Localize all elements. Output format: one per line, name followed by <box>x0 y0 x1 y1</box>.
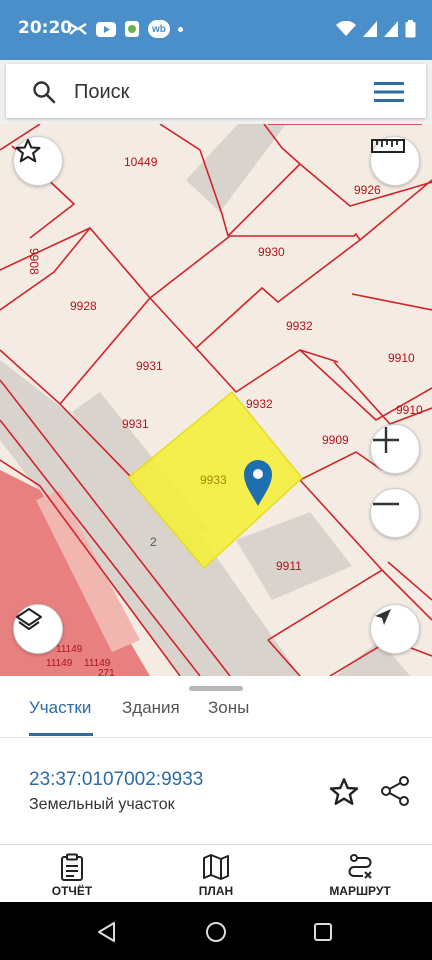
app-icon <box>125 21 139 37</box>
measure-button[interactable] <box>370 136 420 186</box>
search-input[interactable]: Поиск <box>74 81 129 104</box>
screen: 20:20 wb Поиск 10449 9926 9908 9930 9928… <box>0 0 432 960</box>
map-view[interactable]: 10449 9926 9908 9930 9928 9932 9910 9931… <box>0 124 432 676</box>
more-notifications-dot <box>177 26 183 32</box>
map-icon <box>203 854 229 880</box>
clock: 20:20 <box>18 18 73 38</box>
cadastral-number[interactable]: 23:37:0107002:9933 <box>29 769 203 791</box>
menu-icon[interactable] <box>374 81 404 103</box>
layers-icon <box>16 608 42 630</box>
signal-icon <box>363 21 377 37</box>
report-button[interactable]: ОТЧЁТ <box>0 845 144 903</box>
parcel-label: 10449 <box>124 155 158 169</box>
back-icon[interactable] <box>96 921 118 943</box>
parcel-label: 11149 <box>56 644 83 655</box>
drag-handle[interactable] <box>189 686 243 691</box>
tab-zones[interactable]: Зоны <box>208 698 249 718</box>
building <box>236 512 352 600</box>
clipboard-icon <box>61 853 83 881</box>
parcel-label: 9932 <box>286 319 313 333</box>
plan-button[interactable]: ПЛАН <box>144 845 288 903</box>
parcel-label: 9926 <box>354 183 381 197</box>
my-location-button[interactable] <box>370 604 420 654</box>
report-label: ОТЧЁТ <box>51 884 93 898</box>
wb-icon: wb <box>148 20 170 38</box>
parcel-label: 2 <box>150 535 157 549</box>
parcel-label: 9910 <box>388 351 415 365</box>
parcel-label: 9932 <box>246 397 273 411</box>
parcel-label: 9930 <box>258 245 285 259</box>
active-tab-indicator <box>29 733 93 736</box>
parcel-card[interactable]: 23:37:0107002:9933 Земельный участок <box>0 738 432 844</box>
route-button[interactable]: МАРШРУТ <box>288 845 432 903</box>
wifi-icon <box>336 21 356 36</box>
parcel-label: 9910 <box>396 403 423 417</box>
search-area: Поиск <box>0 60 432 124</box>
plus-icon <box>373 427 399 453</box>
parcel-label: 271 <box>98 668 115 676</box>
search-bar[interactable]: Поиск <box>6 64 426 118</box>
notification-icons: wb <box>68 18 183 40</box>
layers-button[interactable] <box>13 604 63 654</box>
minus-icon <box>373 502 399 506</box>
category-tabs: Участки Здания Зоны <box>0 676 432 738</box>
zoom-in-button[interactable] <box>370 424 420 474</box>
cadastral-map[interactable]: 10449 9926 9908 9930 9928 9932 9910 9931… <box>0 124 432 676</box>
parcel-label: 11149 <box>46 658 73 669</box>
bottom-actions: ОТЧЁТ ПЛАН МАРШРУТ <box>0 844 432 902</box>
building <box>186 124 286 212</box>
inbox-icon <box>69 22 87 35</box>
parcel-type: Земельный участок <box>29 796 175 813</box>
parcel-label-selected: 9933 <box>200 473 227 487</box>
route-label: МАРШРУТ <box>329 884 391 898</box>
search-icon[interactable] <box>32 80 56 104</box>
battery-icon <box>405 20 416 38</box>
favorite-star-icon[interactable] <box>328 776 360 808</box>
route-icon <box>348 854 372 879</box>
tab-parcels[interactable]: Участки <box>29 698 91 718</box>
zoom-out-button[interactable] <box>370 488 420 538</box>
recent-apps-icon[interactable] <box>313 922 333 942</box>
parcel-label: 9911 <box>276 559 302 573</box>
system-navigation-bar <box>0 902 432 960</box>
system-icons <box>336 18 416 40</box>
parcel-label: 9908 <box>27 248 41 275</box>
favorites-button[interactable] <box>13 136 63 186</box>
star-icon <box>15 138 41 163</box>
status-bar: 20:20 wb <box>0 0 432 60</box>
parcel-label: 9909 <box>322 433 349 447</box>
plan-label: ПЛАН <box>198 884 234 898</box>
ruler-icon <box>371 139 405 153</box>
signal-icon <box>384 21 398 37</box>
tab-buildings[interactable]: Здания <box>122 698 180 718</box>
parcel-label: 9928 <box>70 299 97 313</box>
navigation-arrow-icon <box>375 609 391 625</box>
home-icon[interactable] <box>205 921 227 943</box>
parcel-label: 9931 <box>136 359 163 373</box>
share-icon[interactable] <box>378 774 412 808</box>
parcel-label: 9931 <box>122 417 149 431</box>
youtube-icon <box>96 21 116 37</box>
